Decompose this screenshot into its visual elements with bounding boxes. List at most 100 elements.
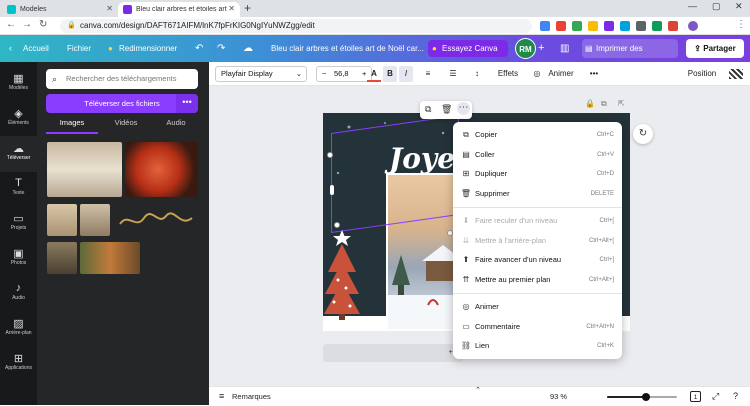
share-button[interactable]: ⇪ Partager [686,39,744,58]
align-center-icon[interactable]: ≡ [421,66,435,82]
menu-item-delete[interactable]: 🗑 Supprimer DELETE [453,185,622,203]
more-options-icon[interactable]: ••• [587,66,601,82]
minus-icon[interactable]: − [322,67,326,81]
font-size-value[interactable]: 56,8 [334,67,349,81]
extension-icon[interactable] [572,21,582,31]
add-page-button[interactable]: + A [323,344,463,362]
tab-images[interactable]: Images [46,118,98,134]
effects-button[interactable]: Effets [494,66,522,82]
home-button[interactable]: Accueil [23,35,49,62]
extension-icon[interactable] [620,21,630,31]
menu-item-link[interactable]: ⛓ Lien Ctrl+K [453,337,622,355]
add-collaborator-icon[interactable]: + [538,35,544,62]
resize-handle[interactable] [327,152,333,158]
upload-thumbnail[interactable] [80,204,110,236]
redo-icon[interactable]: ↷ [217,35,225,62]
undo-icon[interactable]: ↶ [195,35,203,62]
rail-item-photos[interactable]: ▣ Photos [0,241,37,277]
resize-handle[interactable] [330,185,334,195]
trash-icon[interactable]: 🗑 [441,104,452,115]
menu-item-bring-to-front[interactable]: ⇈ Mettre au premier plan Ctrl+Alt+] [453,271,622,289]
rail-item-audio[interactable]: ♪ Audio [0,276,37,312]
extension-icon[interactable] [652,21,662,31]
zoom-level[interactable]: 93 % [550,387,567,406]
text-color-icon[interactable]: A [367,66,381,82]
spacing-icon[interactable]: ↕ [470,66,484,82]
rail-item-projects[interactable]: ▭ Projets [0,206,37,242]
close-window-icon[interactable]: ✕ [735,1,743,12]
menu-item-animate[interactable]: ◎ Animer [453,298,622,316]
lock-icon[interactable]: 🔒 [585,99,595,108]
bold-icon[interactable]: B [383,66,397,82]
try-pro-button[interactable]: ● Essayez Canva P... [428,40,508,70]
notes-button[interactable]: Remarques [232,387,271,406]
close-icon[interactable]: ✕ [106,4,113,13]
tab-videos[interactable]: Vidéos [101,118,151,134]
tab-audio[interactable]: Audio [154,118,198,134]
chevron-left-icon[interactable]: ‹ [9,35,12,62]
search-input[interactable]: ⌕ Rechercher des téléchargements [46,69,198,89]
extension-icon[interactable] [556,21,566,31]
menu-item-bring-forward[interactable]: ⬆ Faire avancer d'un niveau Ctrl+] [453,251,622,269]
rail-item-text[interactable]: T Texte [0,171,37,207]
font-size-stepper[interactable]: − 56,8 + [316,66,372,82]
page-count-badge[interactable]: 1 [690,391,701,402]
help-icon[interactable]: ? [733,387,738,406]
back-arrow-icon[interactable]: ← [6,19,16,30]
plus-icon[interactable]: + [362,67,366,81]
print-invitations-button[interactable]: ▤ Imprimer des invitations [582,39,678,72]
menu-item-paste[interactable]: ▤ Coller Ctrl+V [453,146,622,164]
forward-arrow-icon[interactable]: → [22,19,32,30]
reload-icon[interactable]: ↻ [39,19,47,30]
rail-item-elements[interactable]: ◈ Éléments [0,101,37,137]
profile-icon[interactable] [688,21,698,31]
browser-tab-modeles[interactable]: Modeles ✕ [2,2,118,17]
rail-item-upload[interactable]: ☁ Téléverser [0,136,37,172]
rail-item-apps[interactable]: ⊞ Applications [0,346,37,382]
fullscreen-icon[interactable]: ⤢ [712,387,719,406]
chevron-up-icon[interactable]: ⌃ [475,381,481,400]
upload-thumbnail[interactable] [47,242,77,274]
close-icon[interactable]: ✕ [228,4,235,13]
upload-thumbnail[interactable] [125,142,198,197]
christmas-tree-illustration[interactable] [324,228,370,322]
zoom-slider[interactable] [607,393,677,401]
extension-icon[interactable] [636,21,646,31]
position-button[interactable]: Position [687,66,717,82]
italic-icon[interactable]: I [399,66,413,82]
analytics-icon[interactable]: ▥ [560,35,569,62]
menu-item-comment[interactable]: ▭ Commentaire Ctrl+Alt+N [453,318,622,336]
upload-thumbnail[interactable] [80,242,140,274]
duplicate-icon[interactable]: ⧉ [425,104,431,115]
extension-icon[interactable] [540,21,550,31]
zoom-slider-handle[interactable] [641,393,650,401]
rail-item-templates[interactable]: ▦ Modèles [0,66,37,102]
more-options-icon[interactable]: ⋯ [457,102,470,115]
browser-tab-design[interactable]: Bleu clair arbres et étoiles art de ✕ [118,2,240,17]
animate-button[interactable]: Animer [545,66,577,82]
extension-icon[interactable] [588,21,598,31]
list-icon[interactable]: ☰ [446,66,460,82]
export-icon[interactable]: ⇱ [618,99,625,108]
menu-item-copy[interactable]: ⧉ Copier Ctrl+C [453,126,622,144]
menu-item-duplicate[interactable]: ⊞ Dupliquer Ctrl+D [453,165,622,183]
extension-icon[interactable] [668,21,678,31]
upload-thumbnail[interactable] [47,142,122,197]
duplicate-page-icon[interactable]: ⧉ [601,99,607,109]
new-tab-icon[interactable]: + [244,1,251,15]
rotate-icon[interactable]: ↻ [633,124,653,144]
kebab-menu-icon[interactable]: ⋮ [736,19,746,30]
upload-thumbnail-signature[interactable] [114,204,198,236]
more-options-icon[interactable]: ••• [176,94,198,113]
url-input[interactable]: 🔒 canva.com/design/DAFT671AIFM/lnK7fpFrK… [60,19,532,33]
maximize-icon[interactable]: ▢ [712,1,721,12]
file-menu-button[interactable]: Fichier [67,35,91,62]
avatar[interactable]: RM [515,38,536,59]
font-family-select[interactable]: Playfair Display ⌄ [215,66,307,82]
rail-item-background[interactable]: ▨ Arrière-plan [0,311,37,347]
minimize-icon[interactable]: — [688,1,697,11]
extension-icon[interactable] [604,21,614,31]
upload-thumbnail[interactable] [47,204,77,236]
transparency-icon[interactable] [729,69,743,79]
resize-button[interactable]: Redimensionner [119,35,177,62]
